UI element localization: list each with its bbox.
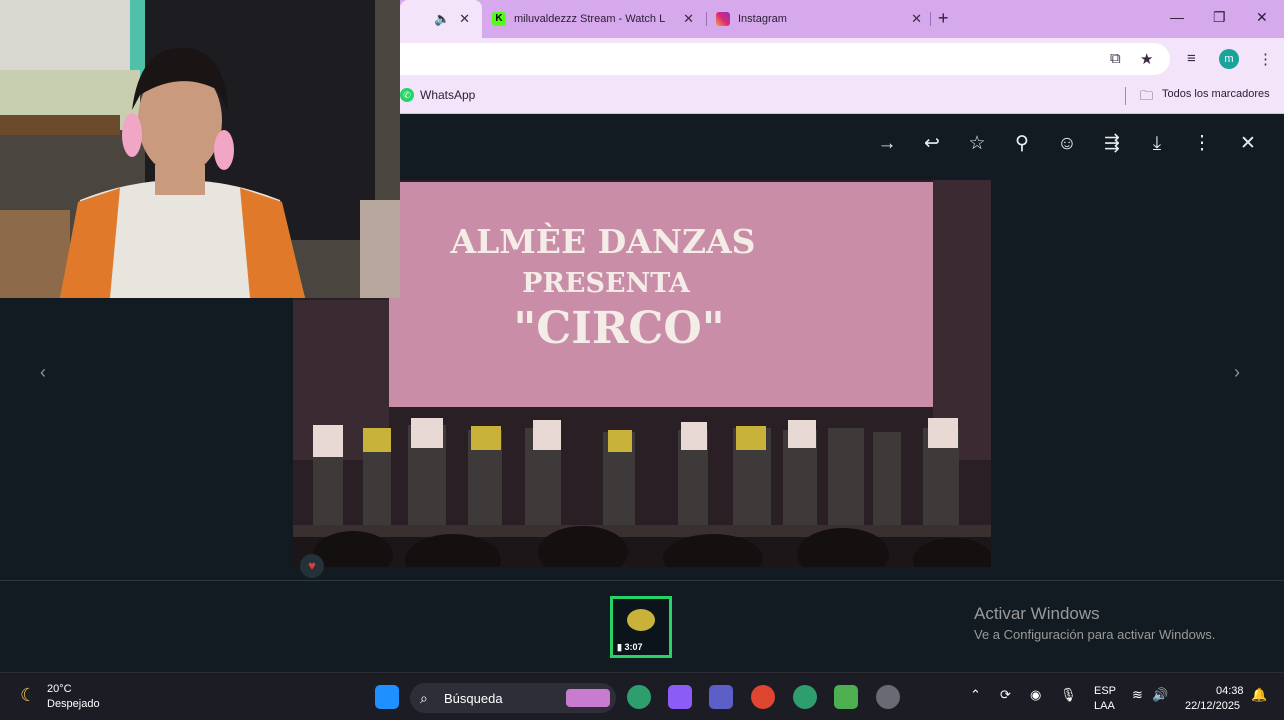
slide-title: ALMÈE DANZAS [449,221,755,261]
search-highlight-icon [566,689,610,707]
bookmark-divider [1125,87,1126,105]
minimize-button[interactable]: — [1170,9,1184,25]
thumbnail-preview [627,609,655,631]
media-control-icon[interactable]: ≡ [1187,50,1196,67]
toolbar: ⧉ ★ ≡ m ⋮ [400,38,1284,80]
video-duration: ▮ 3:07 [617,642,643,652]
more-icon[interactable]: ⋮ [1190,132,1214,156]
tab-whatsapp[interactable]: 🔈 ✕ [400,0,482,38]
arrow-right-icon[interactable]: → [875,132,899,156]
tab-close-icon[interactable]: ✕ [911,11,922,27]
microphone-icon[interactable]: 🎙 [1060,687,1077,703]
star-icon[interactable]: ☆ [965,132,989,156]
clock-time[interactable]: 04:38 [1216,685,1244,697]
tab-close-icon[interactable]: ✕ [459,11,470,27]
copilot-icon[interactable] [668,685,692,709]
tab-divider [930,12,931,26]
chrome-profile-icon[interactable] [793,685,817,709]
new-tab-button[interactable]: + [938,8,949,29]
restore-button[interactable]: ❐ [1213,9,1226,26]
pin-icon[interactable]: ⚲ [1010,132,1034,156]
bookmark-whatsapp[interactable]: WhatsApp [420,88,475,102]
chevron-up-icon[interactable]: ⌃ [970,687,981,703]
search-label: Búsqueda [444,691,503,706]
whatsapp-icon: ✆ [400,88,414,102]
android-app-icon[interactable] [834,685,858,709]
clock-date[interactable]: 22/12/2025 [1185,700,1240,712]
tab-close-icon[interactable]: ✕ [683,11,694,27]
close-icon[interactable]: ✕ [1236,132,1260,156]
webcam-feed [0,0,400,298]
bookmarks-bar: ✆ WhatsApp 🗀 Todos los marcadores [400,80,1284,114]
next-media-button[interactable]: › [1234,362,1240,383]
all-bookmarks[interactable]: Todos los marcadores [1162,88,1270,100]
language-layout[interactable]: LAA [1094,700,1115,712]
chrome-icon[interactable] [751,685,775,709]
address-bar[interactable] [400,43,1170,75]
bookmark-star-icon[interactable]: ★ [1140,50,1153,68]
profile-avatar[interactable]: m [1219,49,1239,69]
thumbnail-strip: ▮ 3:07 [0,580,1284,672]
video-thumbnail[interactable]: ▮ 3:07 [610,596,672,658]
kick-icon: K [492,12,506,26]
search-icon: ⌕ [420,690,428,706]
moon-icon: ☾ [20,685,37,705]
reply-icon[interactable]: ↩ [920,132,944,156]
tab-title: Instagram [738,13,787,25]
sync-icon[interactable]: ⟳ [1000,687,1011,703]
instagram-icon [716,12,730,26]
slide-subtitle: PRESENTA [522,268,691,299]
activate-windows-subtitle: Ve a Configuración para activar Windows. [974,627,1216,642]
app-tray-icon[interactable]: ◉ [1030,687,1041,703]
wifi-icon[interactable]: ≋ [1132,687,1143,703]
tab-divider [706,12,707,26]
previous-media-button[interactable]: ‹ [40,362,46,383]
search-box[interactable]: ⌕ Búsqueda [410,683,616,713]
tab-bar: 🔈 ✕ K miluvaldezzz Stream - Watch L ✕ In… [400,0,1284,38]
folder-icon: 🗀 [1140,88,1154,103]
emoji-icon[interactable]: ☺ [1055,132,1079,156]
install-app-icon[interactable]: ⧉ [1110,50,1121,67]
menu-kebab-icon[interactable]: ⋮ [1258,50,1273,68]
taskbar: ☾ 20°C Despejado ⌕ Búsqueda ⌃ ⟳ ◉ 🎙 ESP … [0,672,1284,720]
volume-icon[interactable]: 🔊 [1152,687,1168,703]
notification-bell-icon[interactable]: 🔔 [1251,687,1267,703]
tab-title: miluvaldezzz Stream - Watch L [514,13,666,25]
teams-icon[interactable] [709,685,733,709]
reaction-heart[interactable]: ♥ [300,554,324,578]
forward-icon[interactable]: ⇶ [1100,132,1124,156]
webcam-overlay [0,0,400,298]
tab-instagram[interactable]: Instagram ✕ [716,0,928,38]
speaker-icon[interactable]: 🔈 [434,11,450,27]
edge-icon[interactable] [627,685,651,709]
window-close-button[interactable]: ✕ [1256,9,1268,26]
download-icon[interactable]: ⤓ [1145,132,1169,156]
windows-start-icon[interactable] [375,685,399,709]
activate-windows-title: Activar Windows [974,604,1100,623]
weather-temp[interactable]: 20°C [47,683,72,695]
slide-show-name: "CIRCO" [513,303,724,354]
obs-icon[interactable] [876,685,900,709]
weather-desc[interactable]: Despejado [47,698,100,710]
language-code[interactable]: ESP [1094,685,1116,697]
screen: 🔈 ✕ K miluvaldezzz Stream - Watch L ✕ In… [0,0,1284,720]
tab-stream[interactable]: K miluvaldezzz Stream - Watch L ✕ [492,0,702,38]
